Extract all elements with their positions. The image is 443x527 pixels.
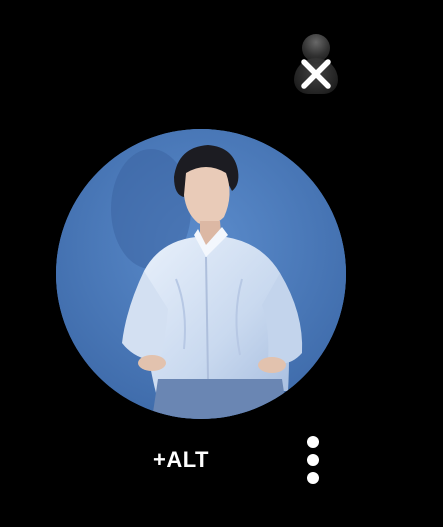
more-dot bbox=[307, 454, 319, 466]
close-icon bbox=[301, 59, 331, 89]
more-dot bbox=[307, 436, 319, 448]
profile-photo bbox=[56, 129, 346, 419]
media-viewer: +ALT bbox=[0, 0, 443, 527]
close-control bbox=[294, 32, 338, 96]
more-options-button[interactable] bbox=[297, 430, 329, 490]
more-dot bbox=[307, 472, 319, 484]
add-alt-text-button[interactable]: +ALT bbox=[138, 440, 224, 480]
close-button[interactable] bbox=[298, 56, 334, 92]
